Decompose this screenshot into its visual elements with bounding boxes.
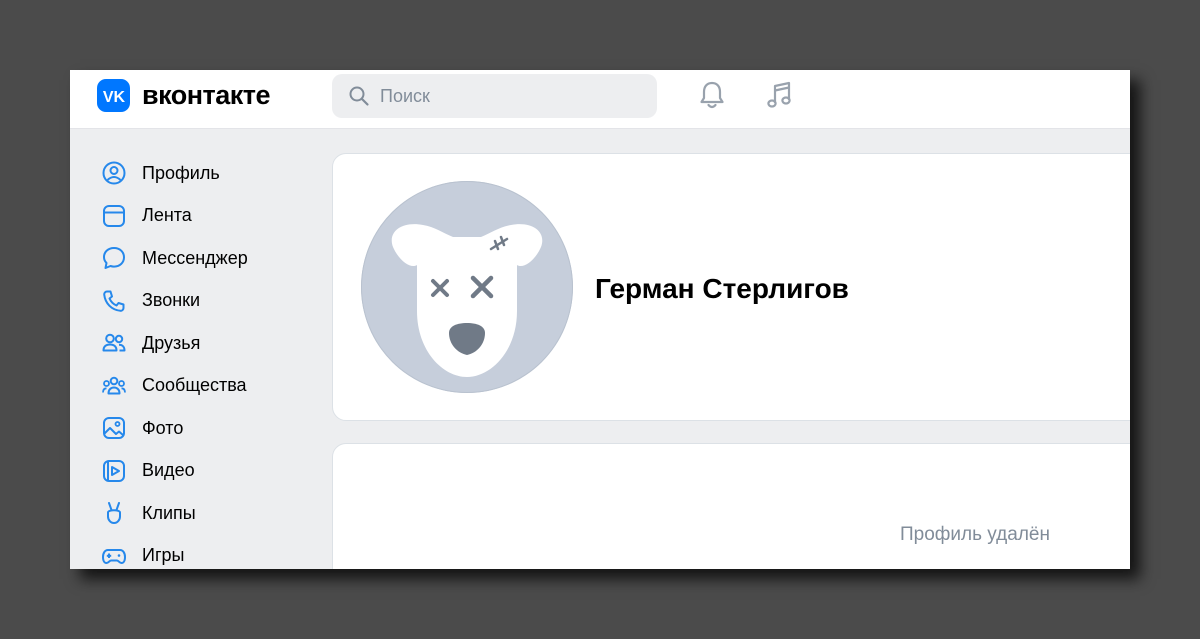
search-box[interactable]	[332, 74, 657, 118]
profile-deleted-message: Профиль удалён	[900, 524, 1050, 545]
feed-icon	[100, 202, 128, 230]
sidebar-item-feed[interactable]: Лента	[100, 195, 320, 238]
sidebar-item-communities[interactable]: Сообщества	[100, 365, 320, 408]
sidebar-item-label: Клипы	[142, 502, 196, 523]
profile-content-card: Профиль удалён	[332, 443, 1130, 569]
sidebar-item-video[interactable]: Видео	[100, 450, 320, 493]
profile-icon	[100, 159, 128, 187]
sidebar-item-label: Сообщества	[142, 375, 247, 396]
logo-text: вконтакте	[142, 80, 271, 110]
sidebar-item-label: Звонки	[142, 290, 201, 311]
sidebar-item-calls[interactable]: Звонки	[100, 280, 320, 323]
messenger-icon	[100, 244, 128, 272]
notification-bell-icon[interactable]	[695, 78, 729, 112]
svg-text:VK: VK	[102, 89, 125, 105]
left-sidebar: Профиль Лента Мессенджер Звонки Друзья С…	[100, 152, 320, 569]
sidebar-item-label: Лента	[142, 205, 192, 226]
sidebar-item-label: Профиль	[142, 162, 220, 183]
sidebar-item-label: Друзья	[142, 332, 201, 353]
deactivated-dog-avatar-icon	[361, 181, 573, 393]
sidebar-item-friends[interactable]: Друзья	[100, 322, 320, 365]
profile-header-card: Герман Стерлигов	[332, 153, 1130, 421]
friends-icon	[100, 329, 128, 357]
clips-icon	[100, 499, 128, 527]
sidebar-item-label: Мессенджер	[142, 247, 248, 268]
photo-icon	[100, 414, 128, 442]
music-note-icon[interactable]	[762, 78, 796, 112]
sidebar-item-photo[interactable]: Фото	[100, 407, 320, 450]
sidebar-item-clips[interactable]: Клипы	[100, 492, 320, 535]
profile-name: Герман Стерлигов	[595, 273, 849, 304]
sidebar-item-label: Видео	[142, 460, 195, 481]
search-input[interactable]	[378, 84, 642, 108]
top-header: VK вконтакте	[70, 70, 1130, 129]
phone-icon	[100, 287, 128, 315]
sidebar-item-games[interactable]: Игры	[100, 535, 320, 570]
sidebar-item-messenger[interactable]: Мессенджер	[100, 237, 320, 280]
sidebar-item-label: Фото	[142, 417, 184, 438]
sidebar-item-profile[interactable]: Профиль	[100, 152, 320, 195]
sidebar-item-label: Игры	[142, 545, 185, 566]
vk-window: VK вконтакте Поиск Профиль Лента Мессенд…	[70, 70, 1130, 569]
vk-logo-icon: VK	[97, 79, 130, 112]
search-icon	[349, 86, 369, 106]
communities-icon	[100, 372, 128, 400]
games-icon	[100, 542, 128, 569]
video-icon	[100, 457, 128, 485]
vk-logo[interactable]: VK вконтакте	[97, 79, 271, 112]
